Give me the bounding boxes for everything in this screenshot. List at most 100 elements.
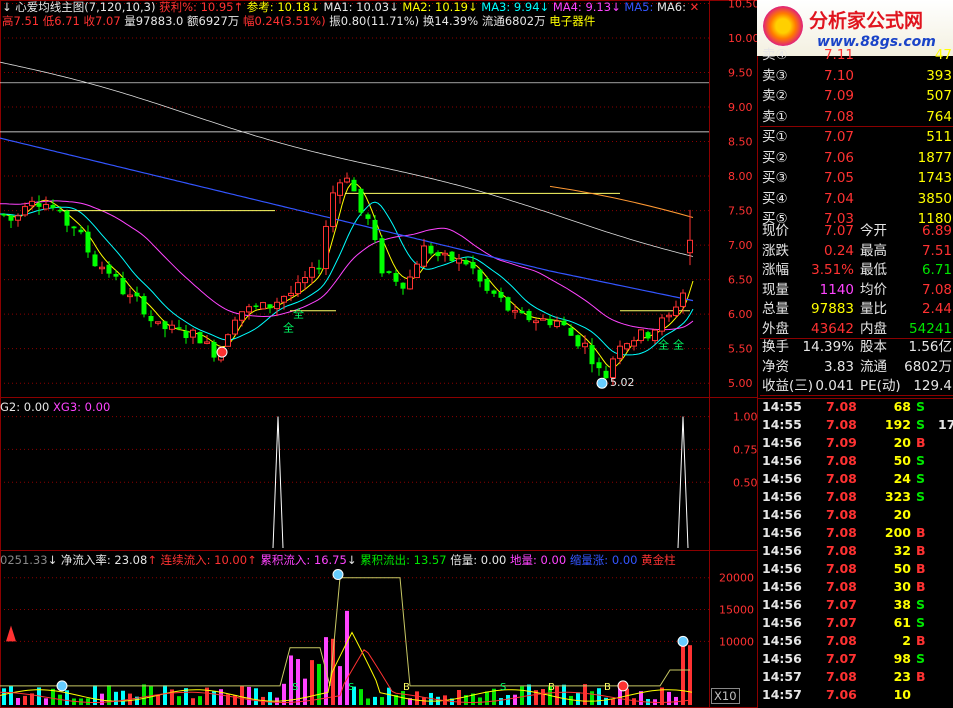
cumulative-inflow: 累积流入: 16.75 <box>260 553 347 567</box>
y-tick-label: 7.00 <box>728 239 753 252</box>
trade-time: 14:55 <box>762 399 802 414</box>
quote-amount: 额6927万 <box>187 14 240 28</box>
zoom-badge[interactable]: X10 <box>711 688 740 704</box>
candle-body-up <box>295 282 301 295</box>
book-volume: 1877 <box>917 149 952 166</box>
trade-flag: B <box>916 435 926 450</box>
stat-row: 涨幅 3.51% 最低 6.71 <box>760 261 953 279</box>
candle-body-down <box>435 252 441 257</box>
y-tick-label: 20000 <box>719 572 754 585</box>
book-price: 7.10 <box>823 67 854 84</box>
quote-turnover: 换14.39% <box>422 14 479 28</box>
fundamentals-row: 净资 3.83 流通 6802万 <box>760 358 953 376</box>
candle-body-up <box>414 263 420 279</box>
candle-body-down <box>50 204 56 209</box>
volume-bar <box>576 692 580 705</box>
ref-label: 参考: 10.18 <box>246 0 311 14</box>
trade-volume: 24 <box>893 471 911 486</box>
candle-body-up <box>687 239 693 254</box>
flow-tag-label: B <box>548 682 555 693</box>
arrow-down-icon: ↓ <box>47 553 58 567</box>
volume-bar <box>415 691 419 705</box>
close-icon[interactable]: ✕ <box>690 0 700 14</box>
book-price: 7.07 <box>823 129 854 145</box>
trade-time: 14:56 <box>762 525 802 540</box>
ma5-label: MA5: <box>624 0 654 14</box>
candle-body-down <box>575 335 581 347</box>
trade-price: 7.08 <box>826 669 857 684</box>
arrow-down-icon: ↓ <box>539 0 550 14</box>
trade-time: 14:56 <box>762 651 802 666</box>
volume-bar <box>597 688 601 705</box>
fund-label: PE(动) <box>860 378 901 394</box>
y-tick-label: 0.50 <box>733 476 758 489</box>
candle-body-down <box>372 219 378 241</box>
fund-value: 0.041 <box>815 378 854 394</box>
candle-body-down <box>71 226 77 229</box>
golden-bar: 黄金柱 <box>641 553 676 567</box>
trade-price: 7.08 <box>826 417 857 432</box>
arrow-down-icon: ↓ <box>310 0 320 14</box>
candle-body-up <box>624 343 630 350</box>
volume-bar <box>499 698 503 705</box>
y-tick-label: 9.50 <box>728 66 753 79</box>
quote-sector[interactable]: 电子器件 <box>549 14 595 28</box>
trade-price: 7.08 <box>826 561 857 576</box>
ma6-label: MA6: <box>657 0 686 14</box>
candle-body-down <box>603 370 609 379</box>
buy-tag-label: 全 <box>673 338 684 352</box>
signal-g2: G2: 0.00 <box>0 400 50 414</box>
trade-row: 14:56 7.08 2 B <box>760 632 953 650</box>
candle-body-down <box>64 210 70 226</box>
candle-body-down <box>1 214 7 216</box>
book-volume: 507 <box>926 88 952 104</box>
candle-body-down <box>351 179 357 192</box>
flow-marker-icon <box>677 635 689 647</box>
stat-label: 涨幅 <box>762 262 789 278</box>
arrow-down-icon: ↓ <box>467 0 478 14</box>
main-header: ↓ 心爱均线主图(7,120,10,3) 获利%: 10.95↑ 参考: 10.… <box>2 0 699 14</box>
candle-body-up <box>407 276 413 290</box>
order-book-row: 卖① 7.08 764 <box>760 108 953 127</box>
trade-row: 14:55 7.08 192 S 17 <box>760 416 953 434</box>
volume-bar <box>86 698 90 705</box>
volume-bar <box>198 696 202 705</box>
candle-body-down <box>113 274 119 277</box>
book-label: 卖④ <box>762 47 788 63</box>
arrow-up-icon: ↑ <box>147 553 157 567</box>
candle-body-down <box>57 209 63 212</box>
candle-body-up <box>617 345 623 359</box>
candle-body-down <box>498 291 504 298</box>
y-tick-label: 7.50 <box>728 205 753 218</box>
flow-marker-icon <box>332 569 344 581</box>
fund-value: 129.4 <box>913 378 952 394</box>
candle-body-up <box>673 306 679 316</box>
double-volume: 倍量: 0.00 <box>450 553 507 567</box>
trade-time: 14:57 <box>762 687 802 702</box>
trade-time: 14:56 <box>762 561 802 576</box>
y-tick-label: 10.50 <box>728 0 760 10</box>
trade-price: 7.08 <box>826 507 857 522</box>
arrow-down-icon: ↓ <box>389 0 399 14</box>
candle-body-up <box>288 292 294 297</box>
candle-body-down <box>316 267 322 270</box>
profit-label: 获利%: 10.95 <box>159 0 234 14</box>
candle-body-up <box>421 245 427 267</box>
buy-tag-label: 全 <box>293 307 304 321</box>
flow-tag-label: S <box>348 682 354 693</box>
stat-value: 6.89 <box>921 223 952 239</box>
trade-volume: 20 <box>893 435 911 450</box>
trade-volume: 10 <box>893 687 911 702</box>
volume-bar <box>338 666 342 705</box>
candle-body-up <box>666 314 672 318</box>
trade-flag: B <box>916 669 926 684</box>
stat-value: 1140 <box>819 281 854 298</box>
volume-bar <box>16 697 20 705</box>
main-indicator-title[interactable]: 心爱均线主图(7,120,10,3) <box>15 0 155 14</box>
volume-bar <box>541 689 545 705</box>
volume-bar <box>506 694 510 705</box>
volume-bar <box>156 694 160 705</box>
panel-divider <box>758 398 953 399</box>
candle-body-down <box>449 251 455 261</box>
trade-flag: B <box>916 633 926 648</box>
